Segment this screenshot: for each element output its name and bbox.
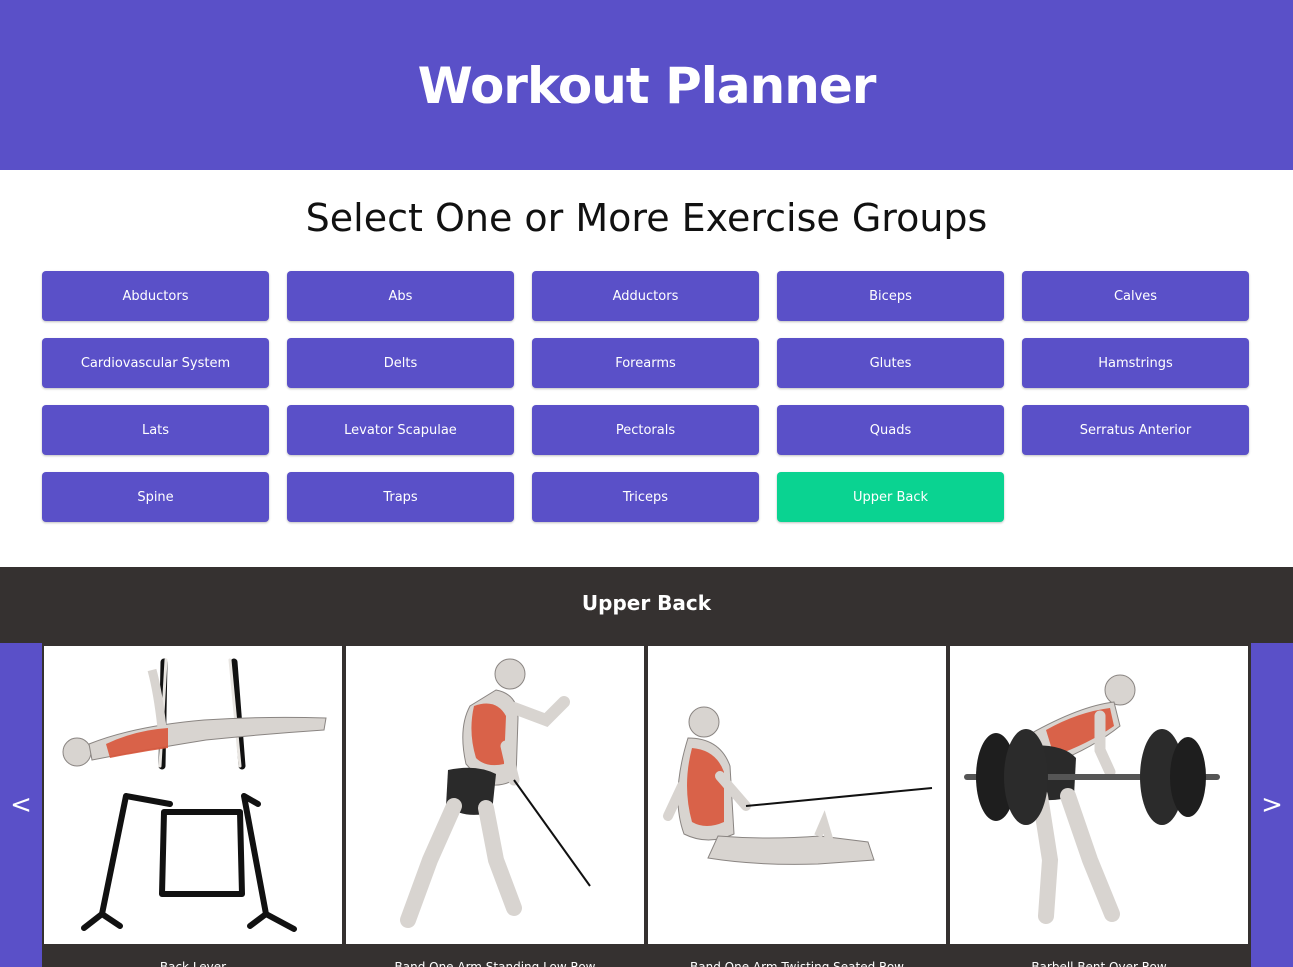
group-button-spine[interactable]: Spine xyxy=(42,472,269,522)
results-title: Upper Back xyxy=(581,591,712,615)
exercise-card-barbell-bent-over-row[interactable]: Barbell Bent Over Row xyxy=(950,646,1248,967)
app-title: Workout Planner xyxy=(417,57,877,115)
group-button-hamstrings[interactable]: Hamstrings xyxy=(1022,338,1249,388)
exercise-card-caption: Band One Arm Standing Low Row xyxy=(346,944,644,967)
app-header: Workout Planner xyxy=(0,0,1293,170)
group-button-traps[interactable]: Traps xyxy=(287,472,514,522)
groups-heading: Select One or More Exercise Groups xyxy=(305,196,988,240)
group-button-lats[interactable]: Lats xyxy=(42,405,269,455)
group-button-glutes[interactable]: Glutes xyxy=(777,338,1004,388)
group-button-forearms[interactable]: Forearms xyxy=(532,338,759,388)
group-button-cardiovascular-system[interactable]: Cardiovascular System xyxy=(42,338,269,388)
exercise-card-caption: Barbell Bent Over Row xyxy=(950,944,1248,967)
carousel-prev-button[interactable]: < xyxy=(0,643,42,967)
exercise-card-caption: Back Lever xyxy=(44,944,342,967)
group-button-pectorals[interactable]: Pectorals xyxy=(532,405,759,455)
group-button-calves[interactable]: Calves xyxy=(1022,271,1249,321)
group-button-abs[interactable]: Abs xyxy=(287,271,514,321)
group-button-adductors[interactable]: Adductors xyxy=(532,271,759,321)
exercise-card-band-one-arm-twisting-seated-row[interactable]: Band One Arm Twisting Seated Row xyxy=(648,646,946,967)
group-button-biceps[interactable]: Biceps xyxy=(777,271,1004,321)
group-button-levator-scapulae[interactable]: Levator Scapulae xyxy=(287,405,514,455)
exercise-group-grid: Abductors Abs Adductors Biceps Calves Ca… xyxy=(42,271,1249,522)
barbell-row-illustration xyxy=(964,674,1220,924)
group-button-abductors[interactable]: Abductors xyxy=(42,271,269,321)
exercise-card-caption: Band One Arm Twisting Seated Row xyxy=(648,944,946,967)
group-button-triceps[interactable]: Triceps xyxy=(532,472,759,522)
band-standing-row-illustration xyxy=(400,658,591,928)
group-button-delts[interactable]: Delts xyxy=(287,338,514,388)
band-seated-row-illustration xyxy=(663,706,933,865)
exercise-card-band-one-arm-standing-low-row[interactable]: Band One Arm Standing Low Row xyxy=(346,646,644,967)
group-button-serratus-anterior[interactable]: Serratus Anterior xyxy=(1022,405,1249,455)
back-lever-illustration xyxy=(62,658,327,932)
group-button-upper-back[interactable]: Upper Back xyxy=(777,472,1004,522)
group-button-quads[interactable]: Quads xyxy=(777,405,1004,455)
exercise-card-back-lever[interactable]: Back Lever xyxy=(44,646,342,967)
carousel-next-button[interactable]: > xyxy=(1251,643,1293,967)
